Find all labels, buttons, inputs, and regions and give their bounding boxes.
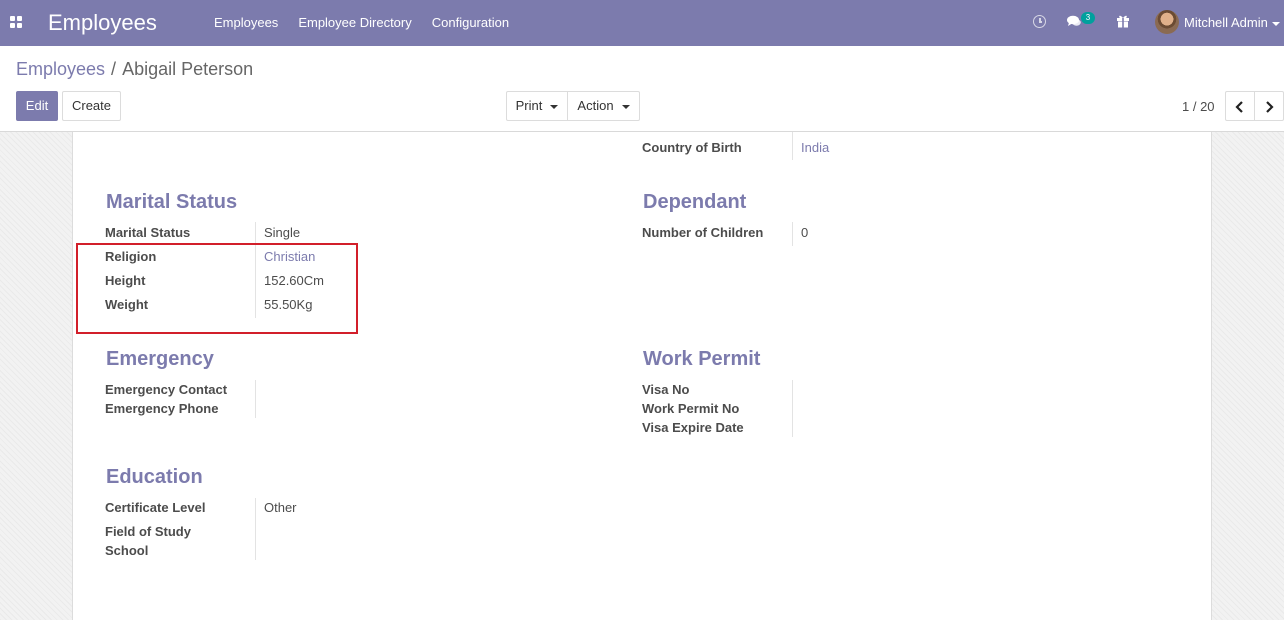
field-separator <box>255 498 256 560</box>
print-label: Print <box>515 98 543 113</box>
user-menu[interactable]: Mitchell Admin <box>1184 0 1280 46</box>
apps-grid-icon[interactable] <box>10 16 22 28</box>
school-label: School <box>105 543 149 558</box>
field-separator <box>792 380 793 437</box>
work-permit-no-label: Work Permit No <box>642 401 740 416</box>
field-separator <box>255 380 256 418</box>
action-button[interactable]: Action <box>567 91 640 121</box>
menu-item-employee-directory[interactable]: Employee Directory <box>288 0 421 46</box>
chevron-down-icon <box>550 104 559 109</box>
print-button[interactable]: Print <box>506 91 568 121</box>
breadcrumb-parent[interactable]: Employees <box>16 59 105 79</box>
menu-item-employees[interactable]: Employees <box>204 0 288 46</box>
dependant-group-title: Dependant <box>643 191 747 213</box>
number-of-children-label: Number of Children <box>642 225 764 240</box>
chevron-left-icon <box>1235 101 1243 113</box>
education-group-title: Education <box>106 466 203 488</box>
chevron-down-icon <box>621 104 630 109</box>
visa-no-label: Visa No <box>642 382 690 397</box>
menu-item-configuration[interactable]: Configuration <box>422 0 519 46</box>
top-navbar: Employees Employees Employee Directory C… <box>0 0 1284 46</box>
chevron-right-icon <box>1266 101 1274 113</box>
form-sheet: Country of Birth India Marital Status Ma… <box>72 132 1212 620</box>
marital-status-label: Marital Status <box>105 225 191 240</box>
breadcrumb: Employees / Abigail Peterson <box>16 58 253 80</box>
message-count-badge: 3 <box>1081 12 1095 24</box>
breadcrumb-separator: / <box>111 59 117 79</box>
marital-status-value[interactable]: Single <box>264 225 300 241</box>
chevron-down-icon <box>1271 21 1280 26</box>
gift-icon[interactable] <box>1116 14 1130 28</box>
emergency-phone-label: Emergency Phone <box>105 401 219 416</box>
user-avatar[interactable] <box>1155 10 1179 34</box>
user-name: Mitchell Admin <box>1184 15 1268 30</box>
main-menu: Employees Employee Directory Configurati… <box>204 0 519 46</box>
breadcrumb-current: Abigail Peterson <box>122 59 254 79</box>
pager-previous-button[interactable] <box>1225 91 1255 121</box>
country-of-birth-value[interactable]: India <box>801 140 829 156</box>
edit-button[interactable]: Edit <box>16 91 58 121</box>
emergency-group-title: Emergency <box>106 348 214 370</box>
emergency-contact-label: Emergency Contact <box>105 382 228 397</box>
highlight-annotation-box <box>76 243 358 334</box>
field-of-study-label: Field of Study <box>105 524 191 539</box>
form-view-background: Country of Birth India Marital Status Ma… <box>0 132 1284 620</box>
number-of-children-value[interactable]: 0 <box>801 225 808 241</box>
visa-expire-date-label: Visa Expire Date <box>642 420 744 435</box>
certificate-level-label: Certificate Level <box>105 500 206 515</box>
pager-next-button[interactable] <box>1254 91 1284 121</box>
action-label: Action <box>577 98 614 113</box>
country-of-birth-label: Country of Birth <box>642 140 742 155</box>
create-button[interactable]: Create <box>62 91 121 121</box>
field-separator <box>792 132 793 160</box>
app-title[interactable]: Employees <box>48 9 157 37</box>
marital-status-group-title: Marital Status <box>106 191 238 213</box>
clock-icon[interactable] <box>1033 15 1046 28</box>
chat-icon[interactable] <box>1067 15 1081 27</box>
certificate-level-value[interactable]: Other <box>264 500 297 516</box>
pager-value[interactable]: 1 / 20 <box>1182 99 1215 114</box>
work-permit-group-title: Work Permit <box>643 348 761 370</box>
control-panel: Employees / Abigail Peterson Edit Create P… <box>0 46 1284 132</box>
field-separator <box>792 222 793 246</box>
